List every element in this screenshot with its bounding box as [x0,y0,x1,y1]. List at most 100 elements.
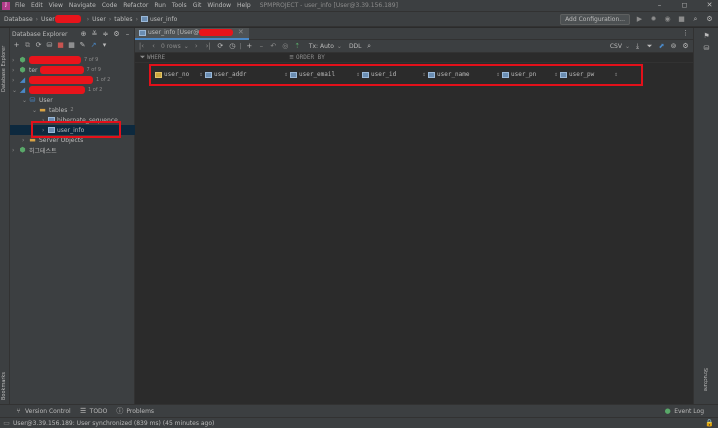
version-control-tab[interactable]: ⑂ Version Control [14,407,70,416]
notifications-icon[interactable]: ⚑ [702,32,711,41]
search-everywhere-icon[interactable]: ⌕ [691,15,700,24]
coverage-icon[interactable]: ◉ [663,15,672,24]
bookmarks-side-tab[interactable]: Bookmarks [1,364,7,400]
copy-icon[interactable]: ⧉ [23,41,32,50]
menu-edit[interactable]: Edit [31,2,43,9]
history-icon[interactable]: ◷ [228,42,237,51]
database-explorer-panel: Database Explorer ⊕ ≚ ≑ ⚙ – + ⧉ ⟳ ⛁ ■ ▦ … [10,28,135,404]
column-header-user-no[interactable]: user_no ⇕ [155,71,205,78]
collapse-icon[interactable]: ≚ [90,30,99,39]
ddl-button[interactable]: DDL [349,43,362,50]
rows-count[interactable]: 0 rows [161,43,181,50]
database-side-icon[interactable]: ⛁ [702,44,711,53]
tree-node-schema[interactable]: ⌄ ⛁ User [10,95,135,105]
menu-run[interactable]: Run [154,2,166,9]
event-log-tab[interactable]: ● Event Log [663,407,704,416]
menu-refactor[interactable]: Refactor [123,2,148,9]
first-page-icon[interactable]: |‹ [137,42,146,51]
breadcrumb-table[interactable]: user_info [150,16,177,23]
stop-icon[interactable]: ■ [677,15,686,24]
tree-node[interactable]: › ⬢ ter 7 of 9 [10,65,135,75]
search-icon[interactable]: ⌕ [365,42,374,51]
menu-window[interactable]: Window [207,2,231,9]
close-window-icon[interactable]: ✕ [705,1,714,10]
tree-node[interactable]: › ◢ 1 of 2 [10,75,135,85]
breadcrumb-tables[interactable]: tables [114,16,132,23]
menu-file[interactable]: File [15,2,25,9]
refresh-icon[interactable]: ⟳ [34,41,43,50]
status-icon: ▭ [3,418,10,427]
breadcrumb-connection[interactable]: User [41,16,55,23]
tab-list-icon[interactable]: ⋮ [681,29,690,38]
menu-code[interactable]: Code [102,2,117,9]
prev-page-icon[interactable]: ‹ [149,42,158,51]
editor-tab-user-info[interactable]: user_info [User@ ✕ [135,27,250,40]
status-text[interactable]: User@3.39.156.189: User synchronized (83… [13,420,214,427]
orderby-field[interactable]: ORDER BY [296,54,325,61]
tx-mode[interactable]: Tx: Auto [309,43,334,50]
tree-node-table-selected[interactable]: › user_info [10,125,135,135]
hide-icon[interactable]: – [123,30,132,39]
menu-navigate[interactable]: Navigate [69,2,96,9]
settings-icon[interactable]: ⚙ [705,15,714,24]
tree-node[interactable]: ⌄ ◢ 1 of 2 [10,85,135,95]
data-toolbar: |‹ ‹ 0 rows ⌄ › ›| ⟳ ◷ | + – ↶ ◎ ⇡ Tx: A… [135,40,693,53]
download-icon[interactable]: ⤓ [633,42,642,51]
breadcrumb-database[interactable]: Database [4,16,33,23]
left-tool-stripe: Database Explorer Bookmarks [0,28,10,404]
tree-node[interactable]: › ⬢ 히그테스트 [10,145,135,155]
add-icon[interactable]: + [12,41,21,50]
structure-side-tab[interactable]: Structure [702,368,708,391]
grid-icon[interactable]: ▦ [67,41,76,50]
column-header-user-pn[interactable]: user_pn ⇕ [502,71,560,78]
tree-node-tables[interactable]: ⌄ ▬ tables 2 [10,105,135,115]
gear-icon[interactable]: ⚙ [112,30,121,39]
jump-icon[interactable]: ↗ [89,41,98,50]
expand-icon[interactable]: ≑ [101,30,110,39]
column-header-user-name[interactable]: user_name ⇕ [428,71,502,78]
column-header-user-id[interactable]: user_id ⇕ [362,71,428,78]
pin-icon[interactable]: ⬈ [657,42,666,51]
folder-icon: ▬ [39,105,46,114]
close-tab-icon[interactable]: ✕ [236,28,245,37]
remove-row-icon[interactable]: – [257,42,266,51]
where-field[interactable]: WHERE [147,54,287,61]
debug-icon[interactable]: ✹ [649,15,658,24]
menu-view[interactable]: View [49,2,63,9]
more-icon[interactable]: ▾ [100,41,109,50]
tree-node-server-objects[interactable]: › ▬ Server Objects [10,135,135,145]
column-header-user-email[interactable]: user_email ⇕ [290,71,362,78]
column-header-user-pw[interactable]: user_pw ⇕ [560,71,620,78]
stop-icon[interactable]: ■ [56,41,65,50]
view-icon[interactable]: ◎ [281,42,290,51]
export-format[interactable]: CSV [610,43,622,50]
last-page-icon[interactable]: ›| [204,42,213,51]
database-explorer-side-tab[interactable]: Database Explorer [1,32,7,92]
menu-tools[interactable]: Tools [172,2,187,9]
breadcrumb-schema[interactable]: User [92,16,106,23]
tree-node[interactable]: › ⬢ 7 of 9 [10,55,135,65]
filter-icon[interactable]: ⛁ [45,41,54,50]
revert-icon[interactable]: ↶ [269,42,278,51]
edit-icon[interactable]: ✎ [78,41,87,50]
minimize-icon[interactable]: – [655,1,664,10]
run-icon[interactable]: ▶ [635,15,644,24]
tree-node-table[interactable]: › hibernate_sequence [10,115,135,125]
menu-git[interactable]: Git [193,2,202,9]
menu-help[interactable]: Help [237,2,251,9]
column-header-user-addr[interactable]: user_addr ⇕ [205,71,290,78]
next-page-icon[interactable]: › [192,42,201,51]
view-mode-icon[interactable]: ⊚ [669,42,678,51]
where-filter-icon: ⏷ [139,53,146,61]
refresh-icon[interactable]: ⟳ [216,42,225,51]
todo-tab[interactable]: ☰ TODO [79,407,107,416]
lock-icon[interactable]: 🔒 [705,419,714,428]
globe-icon[interactable]: ⊕ [79,30,88,39]
settings-icon[interactable]: ⚙ [681,42,690,51]
submit-icon[interactable]: ⇡ [293,42,302,51]
filter-icon[interactable]: ⏷ [645,42,654,51]
add-row-icon[interactable]: + [245,42,254,51]
problems-tab[interactable]: ⓘ Problems [115,407,154,416]
add-configuration-button[interactable]: Add Configuration... [560,14,630,25]
maximize-icon[interactable]: ◻ [680,1,689,10]
